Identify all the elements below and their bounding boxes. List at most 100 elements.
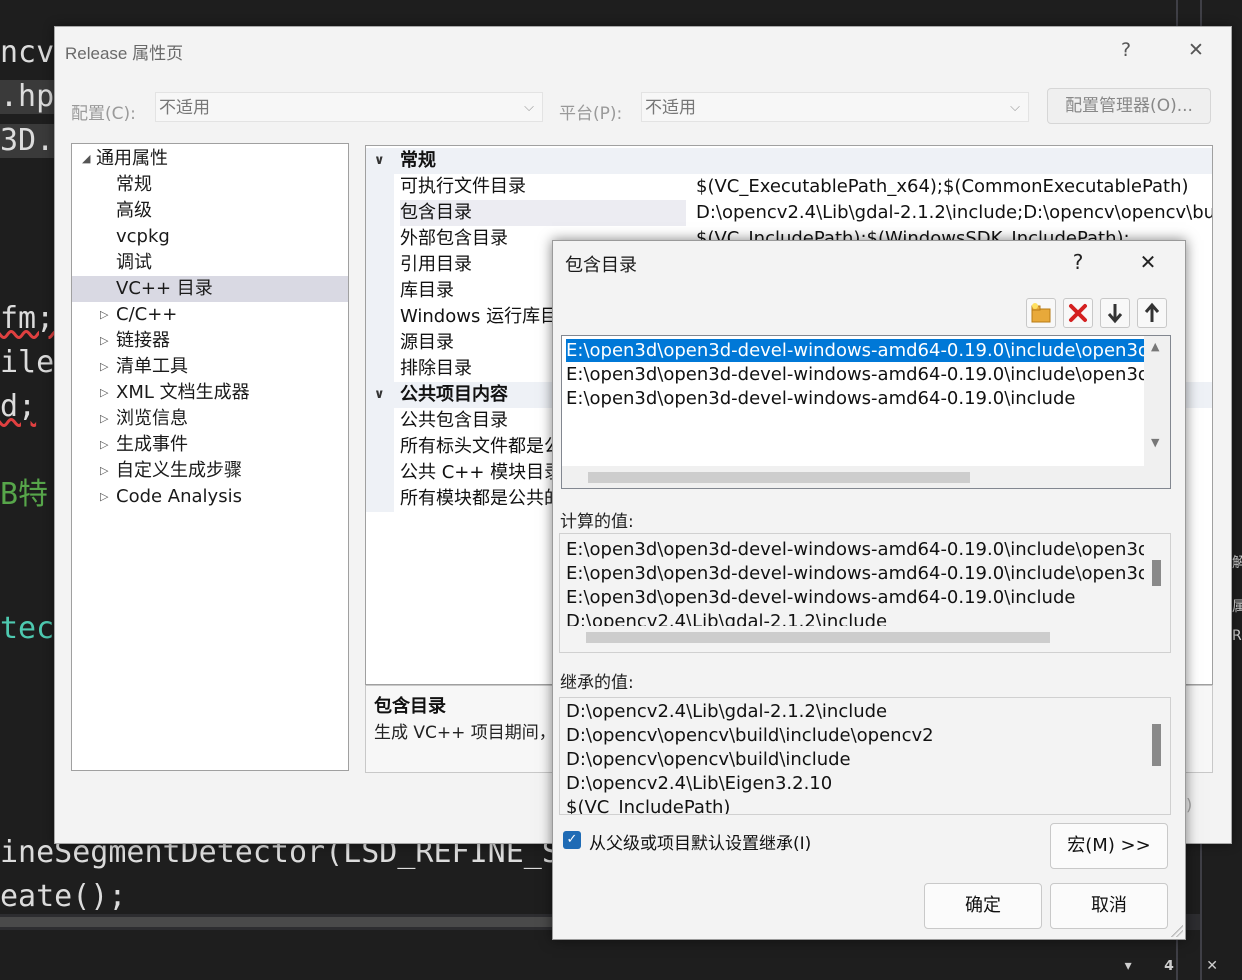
evaluated-line: E:\open3d\open3d-devel-windows-amd64-0.1… [566, 539, 1150, 560]
scroll-thumb[interactable] [586, 632, 1050, 643]
macros-button[interactable]: 宏(M) >> [1050, 823, 1168, 869]
inherited-line: D:\opencv\opencv\build\include [566, 749, 851, 770]
list-item[interactable]: E:\open3d\open3d-devel-windows-amd64-0.1… [566, 363, 1155, 386]
panel-tool-buttons[interactable]: ▾ 𝟰 ✕ [1125, 958, 1232, 974]
collapsed-icon[interactable]: ▷ [100, 484, 108, 510]
inherit-checkbox[interactable]: ✓ [563, 831, 581, 849]
platform-select[interactable]: 不适用 ⌵ [641, 92, 1029, 122]
side-panel-tab[interactable]: 解 [1232, 552, 1242, 572]
inherited-line: D:\opencv2.4\Lib\Eigen3.2.10 [566, 773, 833, 794]
tree-item-label: 自定义生成步骤 [116, 460, 242, 481]
property-value[interactable]: D:\opencv2.4\Lib\gdal-2.1.2\include;D:\o… [696, 200, 1212, 226]
tree-item[interactable]: 常规 [72, 172, 348, 198]
side-panel-tab[interactable]: 属 [1232, 596, 1242, 616]
collapsed-icon[interactable]: ▷ [100, 354, 108, 380]
tree-item[interactable]: ▷ 浏览信息 [72, 406, 348, 432]
grid-empty-area [366, 512, 394, 684]
tree-item[interactable]: 调试 [72, 250, 348, 276]
tree-item[interactable]: ▷ 自定义生成步骤 [72, 458, 348, 484]
vertical-scrollbar[interactable]: ▲ ▼ [1144, 336, 1170, 466]
row-gutter [366, 356, 394, 382]
grid-row[interactable]: 包含目录 D:\opencv2.4\Lib\gdal-2.1.2\include;… [366, 200, 1212, 226]
collapsed-icon[interactable]: ▷ [100, 380, 108, 406]
chevron-down-icon[interactable]: ∨ [374, 382, 385, 408]
collapsed-icon[interactable]: ▷ [100, 458, 108, 484]
tree-item-label: vcpkg [116, 226, 170, 247]
tree-item-label: Code Analysis [116, 486, 242, 507]
list-item[interactable]: E:\open3d\open3d-devel-windows-amd64-0.1… [566, 387, 1075, 410]
grid-row[interactable]: 可执行文件目录 $(VC_ExecutablePath_x64);$(Common… [366, 174, 1212, 200]
evaluated-value-label: 计算的值: [560, 512, 634, 532]
tree-item[interactable]: 高级 [72, 198, 348, 224]
inherited-line: D:\opencv2.4\Lib\gdal-2.1.2\include [566, 701, 888, 722]
tree-item[interactable]: ▷ C/C++ [72, 302, 348, 328]
scroll-thumb[interactable] [1152, 724, 1161, 766]
description-text: 生成 VC++ 项目期间， [374, 723, 556, 743]
scroll-down-icon[interactable]: ▼ [1151, 436, 1159, 449]
move-down-icon[interactable] [1100, 298, 1130, 328]
vertical-scrollbar[interactable] [1144, 534, 1170, 626]
delete-icon[interactable] [1063, 298, 1093, 328]
close-button[interactable]: ✕ [1133, 247, 1163, 277]
code-line: ile [0, 345, 55, 380]
tree-item[interactable]: ▷ 链接器 [72, 328, 348, 354]
expanded-icon[interactable]: ◢ [82, 146, 90, 172]
code-line: ncv [0, 35, 55, 70]
tree-item-label: XML 文档生成器 [116, 382, 250, 403]
tree-item[interactable]: ▷ 清单工具 [72, 354, 348, 380]
side-panel-tab[interactable]: Re [1232, 628, 1242, 644]
scroll-thumb[interactable] [0, 917, 640, 927]
tree-item-label: C/C++ [116, 304, 178, 325]
row-gutter [366, 278, 394, 304]
row-gutter [366, 200, 394, 226]
collapsed-icon[interactable]: ▷ [100, 302, 108, 328]
tree-item[interactable]: ▷ 生成事件 [72, 432, 348, 458]
tree-item[interactable]: vcpkg [72, 224, 348, 250]
configuration-select[interactable]: 不适用 ⌵ [155, 92, 543, 122]
platform-value: 不适用 [645, 98, 696, 118]
evaluated-value-box: E:\open3d\open3d-devel-windows-amd64-0.1… [559, 533, 1171, 653]
configuration-manager-button[interactable]: 配置管理器(O)... [1047, 88, 1211, 124]
row-gutter [366, 434, 394, 460]
ok-button[interactable]: 确定 [924, 883, 1042, 929]
help-button[interactable]: ? [1111, 35, 1141, 65]
vertical-scrollbar[interactable] [1144, 698, 1170, 814]
move-up-icon[interactable] [1137, 298, 1167, 328]
resize-grip-icon[interactable] [1171, 925, 1183, 937]
grid-category[interactable]: ∨ 常规 [366, 148, 1212, 174]
tree-item-label: 通用属性 [96, 148, 168, 169]
scroll-up-icon[interactable]: ▲ [1151, 340, 1159, 353]
tree-item[interactable]: ▷ Code Analysis [72, 484, 348, 510]
row-gutter [366, 486, 394, 512]
description-title: 包含目录 [374, 696, 446, 717]
row-gutter [366, 252, 394, 278]
new-line-icon[interactable] [1026, 298, 1056, 328]
evaluated-line: E:\open3d\open3d-devel-windows-amd64-0.1… [566, 587, 1076, 608]
tree-item-label: 高级 [116, 200, 152, 221]
inherit-checkbox-label[interactable]: 从父级或项目默认设置继承(I) [589, 829, 811, 854]
horizontal-scrollbar[interactable] [560, 626, 1170, 648]
scroll-thumb[interactable] [1152, 560, 1161, 586]
inherited-line: D:\opencv\opencv\build\include\opencv2 [566, 725, 934, 746]
code-line: tec [0, 611, 55, 646]
include-directories-dialog: 包含目录 ? ✕ E:\open3d\open3d-devel-windows-… [552, 240, 1186, 940]
chevron-down-icon: ⌵ [524, 100, 534, 115]
tree-item[interactable]: ◢ 通用属性 [72, 146, 348, 172]
tree-item-label: 清单工具 [116, 356, 188, 377]
collapsed-icon[interactable]: ▷ [100, 406, 108, 432]
horizontal-scrollbar[interactable] [562, 466, 1170, 488]
help-button[interactable]: ? [1063, 247, 1093, 277]
list-item[interactable]: E:\open3d\open3d-devel-windows-amd64-0.1… [566, 339, 1154, 362]
collapsed-icon[interactable]: ▷ [100, 328, 108, 354]
include-entries-list[interactable]: E:\open3d\open3d-devel-windows-amd64-0.1… [561, 335, 1171, 489]
collapsed-icon[interactable]: ▷ [100, 432, 108, 458]
scroll-thumb[interactable] [588, 472, 970, 483]
code-line: d; [0, 389, 37, 424]
cancel-button[interactable]: 取消 [1050, 883, 1168, 929]
chevron-down-icon[interactable]: ∨ [374, 148, 385, 174]
tree-item[interactable]: ▷ XML 文档生成器 [72, 380, 348, 406]
property-value[interactable]: $(VC_ExecutablePath_x64);$(CommonExecuta… [696, 174, 1212, 200]
close-button[interactable]: ✕ [1181, 35, 1211, 65]
tree-item[interactable]: VC++ 目录 [72, 276, 348, 302]
code-line: .hp [0, 79, 55, 114]
